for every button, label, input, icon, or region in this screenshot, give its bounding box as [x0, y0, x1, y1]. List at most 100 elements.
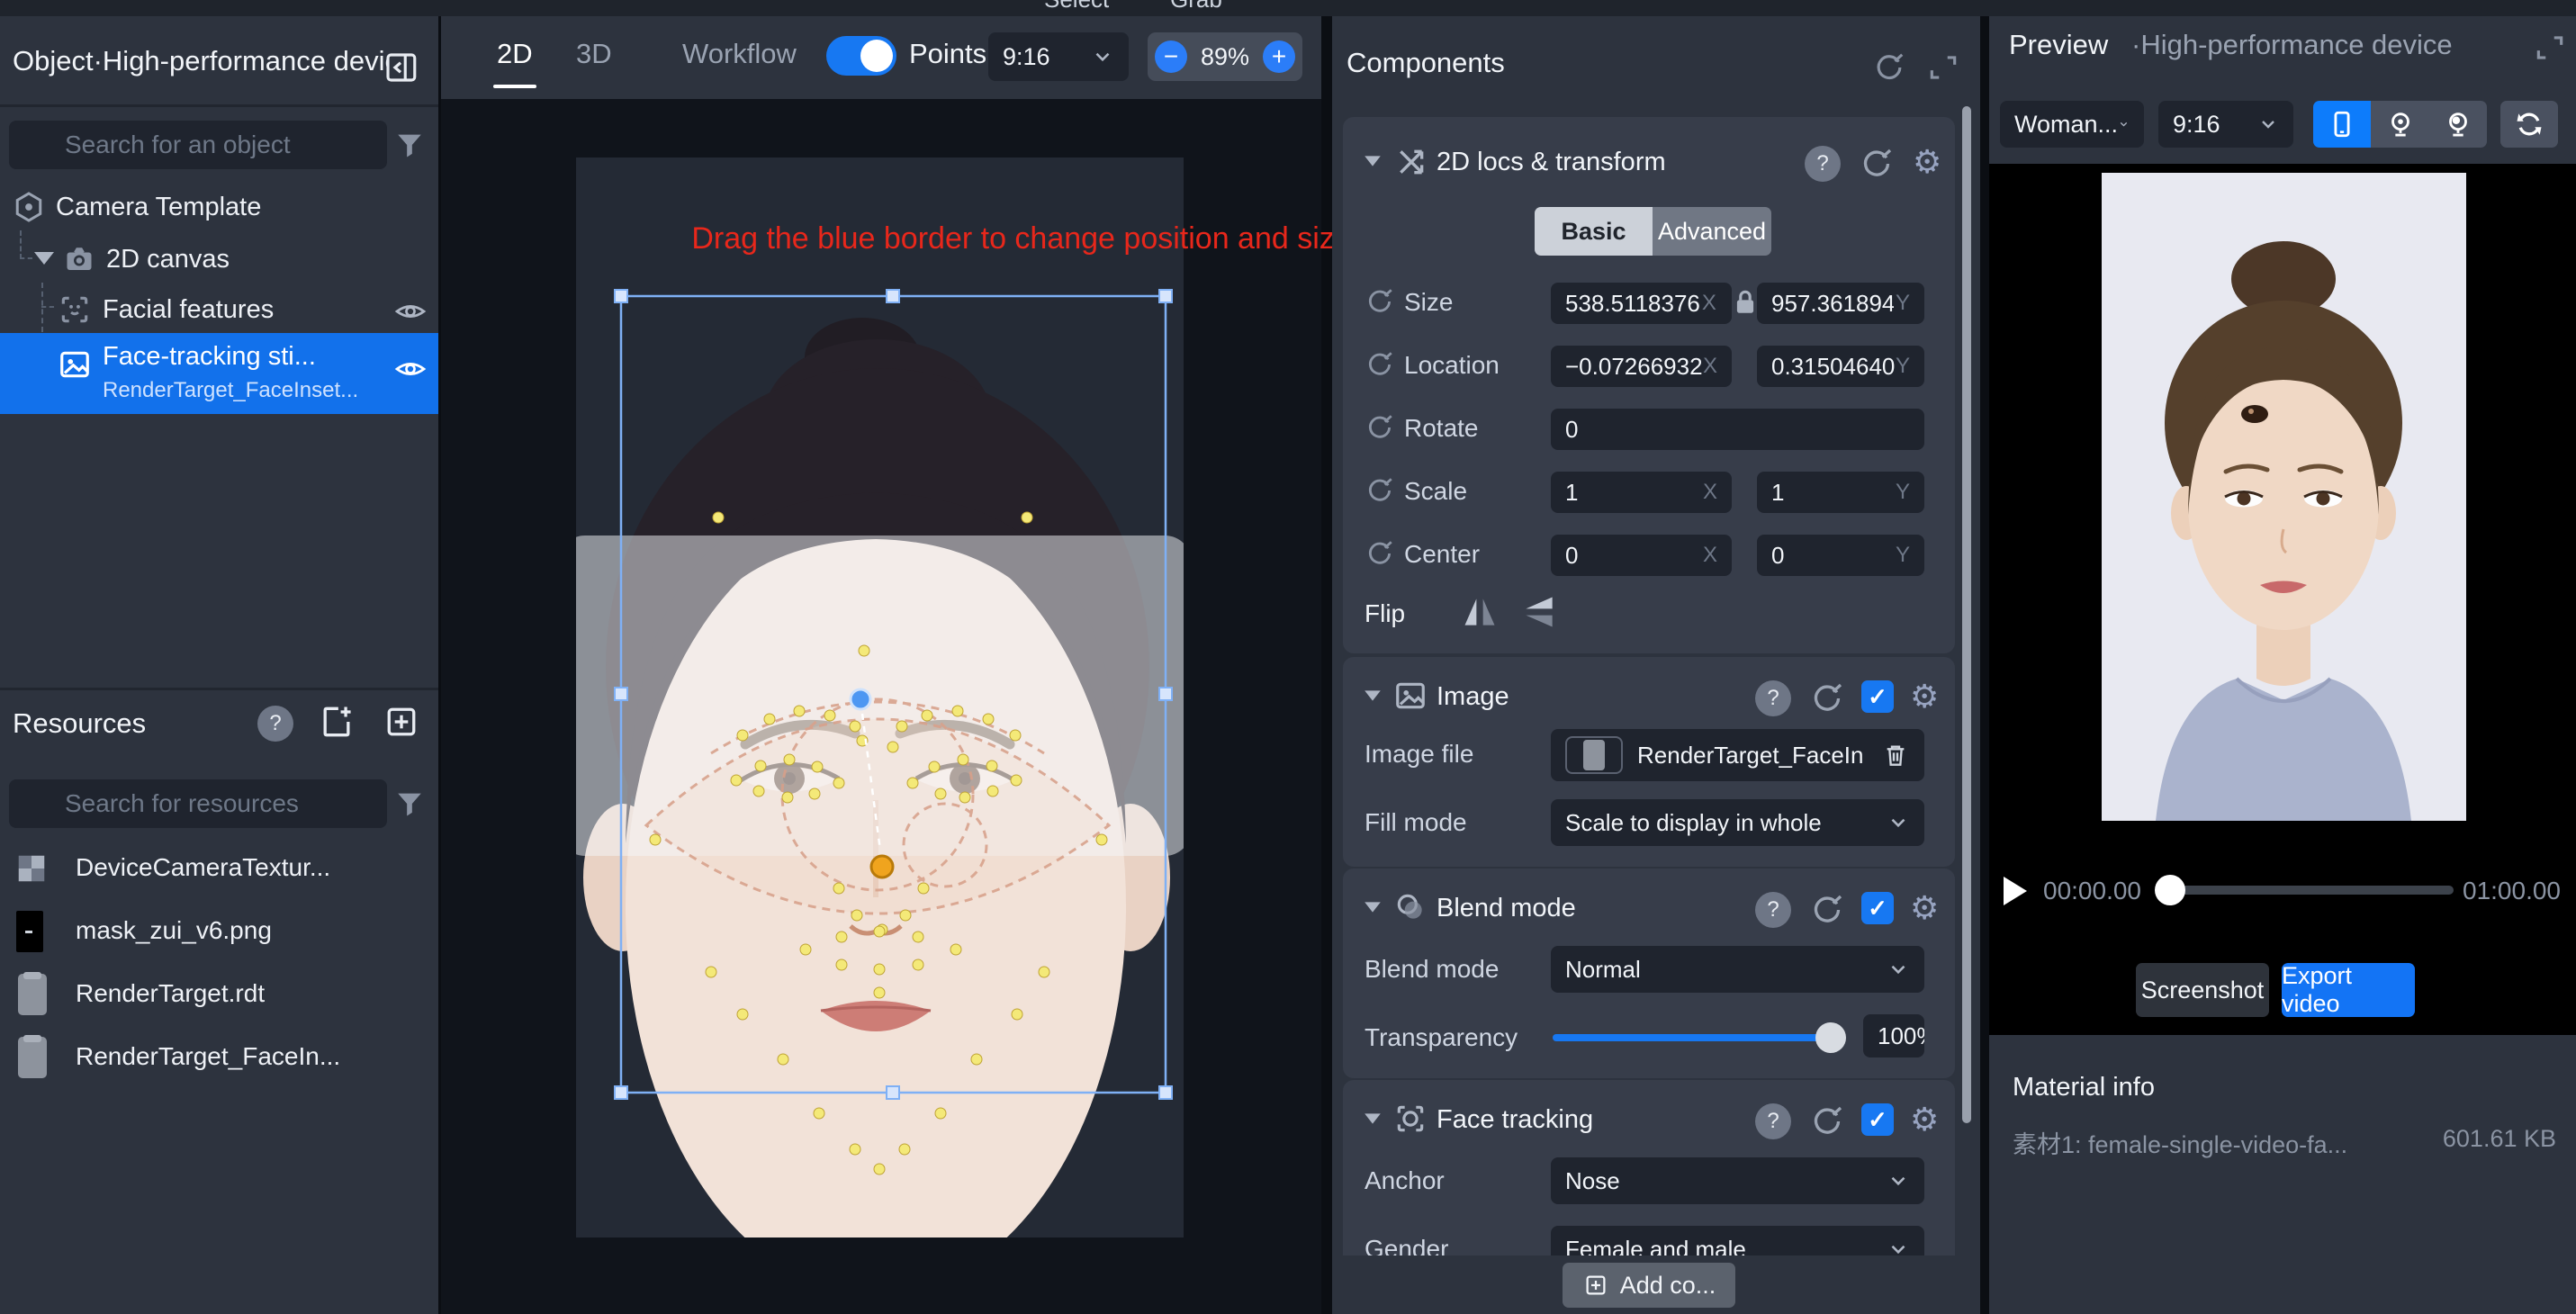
screenshot-button[interactable]: Screenshot [2136, 963, 2269, 1017]
expand-panel-icon[interactable] [1926, 50, 1960, 85]
reset-row-icon[interactable] [1365, 349, 1395, 380]
image-file-field[interactable]: RenderTarget_FaceIns [1551, 729, 1924, 781]
workflow-label[interactable]: Workflow [682, 38, 797, 70]
section-collapse-icon[interactable] [1365, 902, 1381, 912]
enable-checkbox[interactable]: ✓ [1861, 892, 1894, 924]
gear-icon[interactable]: ⚙ [1910, 892, 1939, 924]
reset-row-icon[interactable] [1365, 475, 1395, 506]
enable-checkbox[interactable]: ✓ [1861, 680, 1894, 713]
section-collapse-icon[interactable] [1365, 156, 1381, 166]
tab-advanced[interactable]: Advanced [1653, 207, 1771, 256]
canvas-toolbar: 2D 3D Workflow Points 9:16 − 89% + [441, 16, 1321, 99]
timeline-knob[interactable] [2155, 875, 2185, 905]
tree-item-2d-canvas[interactable]: 2D canvas [0, 238, 438, 281]
center-y-field[interactable]: 0Y [1757, 535, 1924, 576]
timeline-slider[interactable] [2158, 886, 2454, 895]
reset-icon[interactable] [1809, 680, 1845, 716]
center-y-value: 0 [1771, 542, 1784, 570]
transparency-value-field[interactable]: 100% [1863, 1014, 1924, 1058]
reset-row-icon[interactable] [1365, 538, 1395, 569]
size-y-field[interactable]: 957.3618940Y [1757, 283, 1924, 324]
import-file-icon[interactable] [317, 702, 356, 742]
reset-icon[interactable] [1809, 1103, 1845, 1139]
expand-panel-icon[interactable] [2533, 31, 2567, 65]
tree-item-face-tracking-sticker[interactable]: Face-tracking sti... RenderTarget_FaceIn… [0, 333, 438, 414]
size-x-field[interactable]: 538.5118376X [1551, 283, 1732, 324]
points-toggle[interactable] [826, 36, 896, 76]
add-resource-icon[interactable] [382, 702, 421, 742]
resources-search-input[interactable] [9, 779, 387, 828]
blend-mode-value: Normal [1565, 956, 1641, 984]
reset-row-icon[interactable] [1365, 412, 1395, 443]
export-video-button[interactable]: Export video [2282, 963, 2415, 1017]
reset-icon[interactable] [1859, 146, 1895, 182]
fill-mode-dropdown[interactable]: Scale to display in whole [1551, 799, 1924, 846]
resource-item[interactable]: mask_zui_v6.png [0, 904, 438, 961]
preview-aspect-dropdown[interactable]: 9:16 [2158, 101, 2293, 148]
transparency-slider[interactable] [1553, 1034, 1836, 1041]
y-suffix: Y [1896, 291, 1910, 316]
eye-icon[interactable] [394, 353, 427, 385]
model-dropdown[interactable]: Woman... [2000, 101, 2144, 148]
help-icon[interactable]: ? [1755, 892, 1791, 928]
reset-all-icon[interactable] [1872, 50, 1906, 85]
help-icon[interactable]: ? [1805, 146, 1841, 182]
tab-2d[interactable]: 2D [497, 38, 533, 70]
source-webcam-button[interactable] [2371, 101, 2429, 148]
section-collapse-icon[interactable] [1365, 1113, 1381, 1123]
filter-icon[interactable] [394, 788, 425, 819]
reset-row-icon[interactable] [1365, 286, 1395, 317]
canvas-aspect-dropdown[interactable]: 9:16 [988, 32, 1129, 81]
slider-knob[interactable] [1815, 1022, 1846, 1053]
help-icon[interactable]: ? [1755, 1103, 1791, 1139]
refresh-preview-button[interactable] [2500, 101, 2558, 148]
trash-icon[interactable] [1881, 741, 1910, 770]
anchor-dropdown[interactable]: Nose [1551, 1157, 1924, 1204]
zoom-out-button[interactable]: − [1155, 40, 1187, 73]
gear-icon[interactable]: ⚙ [1913, 146, 1941, 178]
anchor-point-nose[interactable] [871, 856, 893, 878]
divider [0, 104, 438, 107]
tab-basic[interactable]: Basic [1535, 207, 1653, 256]
flip-horizontal-icon[interactable] [1460, 592, 1500, 632]
resource-item[interactable]: DeviceCameraTextur... [0, 841, 438, 898]
gear-icon[interactable]: ⚙ [1910, 680, 1939, 713]
tree-item-camera-template[interactable]: Camera Template [0, 185, 438, 229]
tool-select-label[interactable]: Select [1044, 0, 1109, 14]
section-collapse-icon[interactable] [1365, 690, 1381, 700]
location-x-field[interactable]: −0.072669322X [1551, 346, 1732, 387]
resource-item[interactable]: RenderTarget_FaceIn... [0, 1030, 438, 1087]
help-icon[interactable]: ? [257, 706, 293, 742]
scale-x-field[interactable]: 1X [1551, 472, 1732, 513]
tree-item-facial-features[interactable]: Facial features [0, 288, 438, 331]
lock-icon[interactable] [1734, 288, 1757, 317]
flip-vertical-icon[interactable] [1519, 592, 1559, 632]
tool-grab-label[interactable]: Grab [1170, 0, 1222, 14]
canvas-face-render[interactable] [576, 158, 1184, 1238]
filter-icon[interactable] [394, 130, 425, 160]
play-button[interactable] [2004, 877, 2027, 905]
eye-icon[interactable] [394, 295, 427, 328]
resource-item[interactable]: RenderTarget.rdt [0, 967, 438, 1024]
rotate-field[interactable]: 0 [1551, 409, 1924, 450]
center-x-field[interactable]: 0X [1551, 535, 1732, 576]
gear-icon[interactable]: ⚙ [1910, 1103, 1939, 1136]
source-webcam2-button[interactable] [2429, 101, 2487, 148]
preview-video[interactable] [2102, 173, 2466, 821]
help-icon[interactable]: ? [1755, 680, 1791, 716]
scrollbar[interactable] [1962, 106, 1971, 1123]
chevron-expand-icon[interactable] [34, 252, 54, 265]
object-search-input[interactable] [9, 121, 387, 169]
zoom-in-button[interactable]: + [1263, 40, 1295, 73]
blend-mode-dropdown[interactable]: Normal [1551, 946, 1924, 993]
reset-icon[interactable] [1809, 892, 1845, 928]
anchor-point-blue[interactable] [851, 689, 870, 709]
collapse-panel-icon[interactable] [382, 49, 419, 86]
scale-y-field[interactable]: 1Y [1757, 472, 1924, 513]
location-y-field[interactable]: 0.315046401Y [1757, 346, 1924, 387]
tab-3d[interactable]: 3D [576, 38, 612, 70]
enable-checkbox[interactable]: ✓ [1861, 1103, 1894, 1136]
preview-header: Preview ·High-performance device Woman..… [1989, 16, 2576, 164]
add-component-button[interactable]: Add co... [1563, 1263, 1735, 1308]
source-device-button[interactable] [2313, 101, 2371, 148]
